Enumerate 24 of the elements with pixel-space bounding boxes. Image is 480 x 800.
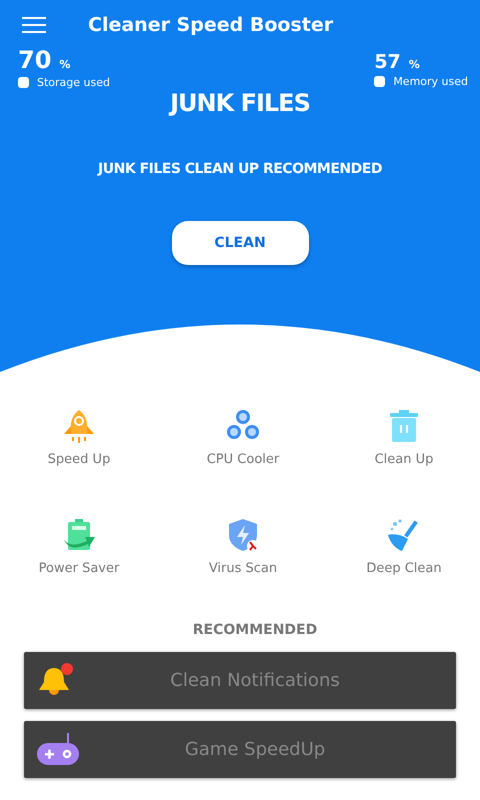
tool-label: Power Saver [38,561,120,576]
clean-button[interactable]: CLEAN [172,221,308,265]
banner-subtitle: JUNK FILES CLEAN UP RECOMMENDED [98,161,382,177]
recommendation-card[interactable]: Game SpeedUp [24,721,456,778]
banner-title: JUNK FILES [170,89,310,117]
app-title: Cleaner Speed Booster [88,14,334,36]
tool-label: Virus Scan [208,561,278,576]
stat-label: Memory used [393,75,468,88]
stat-value: 70 [18,46,52,74]
legend-marker [374,76,386,87]
menu-icon[interactable] [22,17,46,33]
tool-label: Speed Up [48,452,110,467]
gamepad-icon [36,731,80,767]
stat-label: Storage used [37,76,110,89]
percent-sign: % [408,58,420,71]
legend-marker [18,77,29,88]
tool-label: Clean Up [374,452,434,467]
tool-label: CPU Cooler [206,452,280,467]
tool-label: Deep Clean [366,561,442,576]
percent-sign: % [59,58,70,71]
stat-value: 57 [374,51,401,73]
section-heading: RECOMMENDED [192,622,318,638]
recommendation-card[interactable]: Clean Notifications [24,652,456,709]
rocket-icon[interactable] [61,408,97,444]
